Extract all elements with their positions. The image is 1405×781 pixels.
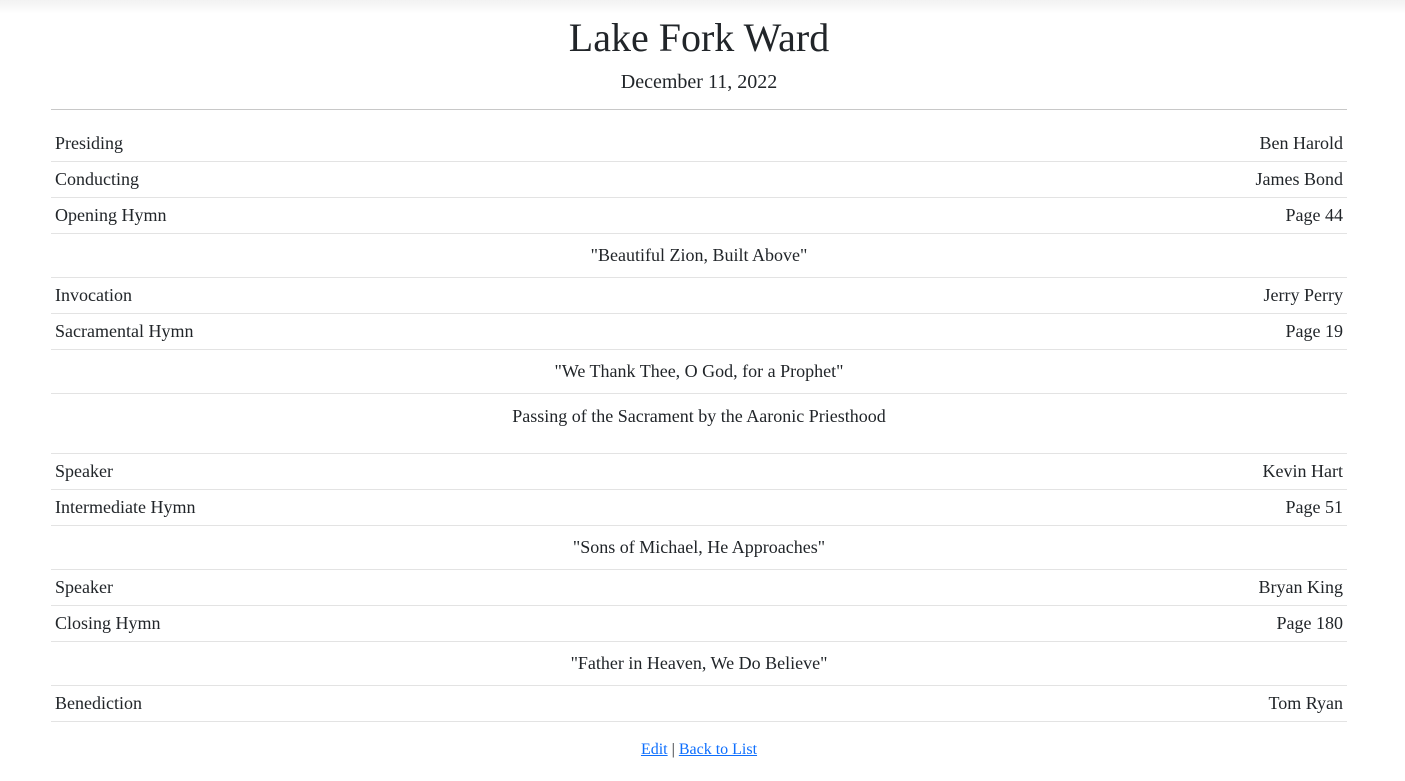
row-sacrament-note: Passing of the Sacrament by the Aaronic … (51, 394, 1347, 454)
conducting-label: Conducting (55, 169, 139, 189)
opening-hymn-label: Opening Hymn (55, 205, 167, 225)
intermediate-hymn-title: "Sons of Michael, He Approaches" (572, 537, 826, 557)
closing-hymn-title: "Father in Heaven, We Do Believe" (570, 653, 828, 673)
benediction-label: Benediction (55, 693, 142, 713)
speaker-2-value: Bryan King (1258, 577, 1344, 597)
speaker-2-label: Speaker (55, 577, 113, 597)
row-conducting: Conducting James Bond (51, 162, 1347, 198)
row-closing-hymn: Closing Hymn Page 180 (51, 606, 1347, 642)
row-opening-hymn-title: "Beautiful Zion, Built Above" (51, 234, 1347, 278)
row-invocation: Invocation Jerry Perry (51, 278, 1347, 314)
program-container: Lake Fork Ward December 11, 2022 Presidi… (51, 0, 1347, 759)
link-separator: | (671, 741, 675, 758)
opening-hymn-page: Page 44 (1285, 205, 1344, 225)
meeting-date: December 11, 2022 (620, 71, 778, 93)
row-closing-hymn-title: "Father in Heaven, We Do Believe" (51, 642, 1347, 686)
sacramental-hymn-title: "We Thank Thee, O God, for a Prophet" (554, 361, 844, 381)
conducting-value: James Bond (1255, 169, 1344, 189)
intermediate-hymn-page: Page 51 (1285, 497, 1344, 517)
program-list: Presiding Ben Harold Conducting James Bo… (51, 126, 1347, 722)
row-benediction: Benediction Tom Ryan (51, 686, 1347, 722)
page-title: Lake Fork Ward (568, 15, 830, 60)
edit-link[interactable]: Edit (641, 741, 668, 758)
invocation-label: Invocation (55, 285, 132, 305)
row-speaker-1: Speaker Kevin Hart (51, 454, 1347, 490)
opening-hymn-title: "Beautiful Zion, Built Above" (590, 245, 808, 265)
presiding-label: Presiding (55, 133, 124, 153)
row-intermediate-hymn: Intermediate Hymn Page 51 (51, 490, 1347, 526)
row-presiding: Presiding Ben Harold (51, 126, 1347, 162)
footer-links: Edit | Back to List (51, 741, 1347, 759)
intermediate-hymn-label: Intermediate Hymn (55, 497, 196, 517)
sacrament-note: Passing of the Sacrament by the Aaronic … (512, 406, 886, 426)
row-speaker-2: Speaker Bryan King (51, 570, 1347, 606)
sacramental-hymn-label: Sacramental Hymn (55, 321, 194, 341)
row-opening-hymn: Opening Hymn Page 44 (51, 198, 1347, 234)
row-intermediate-hymn-title: "Sons of Michael, He Approaches" (51, 526, 1347, 570)
sacramental-hymn-page: Page 19 (1285, 321, 1344, 341)
closing-hymn-page: Page 180 (1276, 613, 1344, 633)
header-divider (51, 109, 1347, 110)
presiding-value: Ben Harold (1259, 133, 1343, 153)
row-sacramental-hymn-title: "We Thank Thee, O God, for a Prophet" (51, 350, 1347, 394)
row-sacramental-hymn: Sacramental Hymn Page 19 (51, 314, 1347, 350)
speaker-1-label: Speaker (55, 461, 113, 481)
benediction-value: Tom Ryan (1268, 693, 1343, 713)
closing-hymn-label: Closing Hymn (55, 613, 161, 633)
invocation-value: Jerry Perry (1263, 285, 1343, 305)
back-to-list-link[interactable]: Back to List (679, 741, 757, 758)
speaker-1-value: Kevin Hart (1262, 461, 1343, 481)
